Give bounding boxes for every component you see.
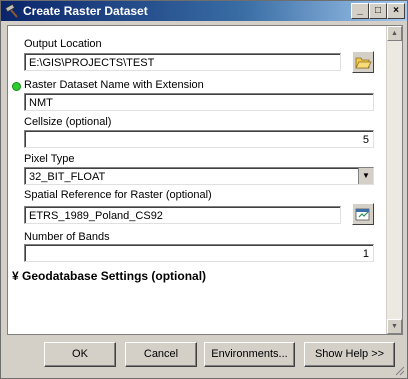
output-location-input[interactable]: E:\GIS\PROJECTS\TEST	[24, 53, 341, 71]
cellsize-label: Cellsize (optional)	[24, 116, 112, 128]
cellsize-input[interactable]: 5	[24, 130, 374, 148]
number-of-bands-label: Number of Bands	[24, 231, 110, 243]
spatial-reference-label: Spatial Reference for Raster (optional)	[24, 189, 212, 201]
chevron-down-icon[interactable]: ▼	[358, 168, 373, 184]
geodatabase-settings-toggle[interactable]: ¥ Geodatabase Settings (optional)	[12, 269, 206, 283]
required-indicator-icon	[12, 82, 21, 91]
create-raster-dataset-dialog: Create Raster Dataset _ □ × Output Locat…	[0, 0, 408, 379]
minimize-button[interactable]: _	[351, 3, 369, 19]
pixel-type-value: 32_BIT_FLOAT	[29, 171, 106, 183]
hammer-tool-icon	[4, 3, 18, 18]
scroll-up-icon[interactable]: ▲	[387, 26, 402, 41]
output-location-label: Output Location	[24, 38, 102, 50]
parameters-panel: Output Location E:\GIS\PROJECTS\TEST Ras…	[7, 25, 403, 335]
spatial-reference-properties-button[interactable]	[352, 203, 374, 225]
ok-button[interactable]: OK	[44, 342, 116, 367]
spatial-reference-input[interactable]: ETRS_1989_Poland_CS92	[24, 206, 341, 224]
output-location-browse-button[interactable]	[352, 51, 374, 73]
open-folder-icon	[355, 57, 372, 69]
scroll-down-icon[interactable]: ▼	[387, 319, 402, 334]
title-bar[interactable]: Create Raster Dataset _ □ ×	[1, 1, 407, 21]
raster-name-input[interactable]: NMT	[24, 93, 374, 111]
properties-icon	[355, 208, 370, 221]
maximize-button[interactable]: □	[369, 3, 387, 19]
expand-chevron-icon: ¥	[12, 269, 19, 283]
geodatabase-settings-label: Geodatabase Settings (optional)	[22, 269, 207, 283]
cancel-button[interactable]: Cancel	[125, 342, 197, 367]
vertical-scrollbar[interactable]: ▲ ▼	[386, 26, 402, 334]
close-button[interactable]: ×	[387, 3, 405, 19]
pixel-type-select[interactable]: 32_BIT_FLOAT ▼	[24, 167, 374, 185]
resize-grip-icon[interactable]	[393, 364, 405, 376]
number-of-bands-input[interactable]: 1	[24, 244, 374, 262]
raster-name-label: Raster Dataset Name with Extension	[24, 79, 204, 91]
pixel-type-label: Pixel Type	[24, 153, 75, 165]
show-help-button[interactable]: Show Help >>	[304, 342, 395, 367]
environments-button[interactable]: Environments...	[204, 342, 295, 367]
window-title: Create Raster Dataset	[23, 4, 148, 18]
